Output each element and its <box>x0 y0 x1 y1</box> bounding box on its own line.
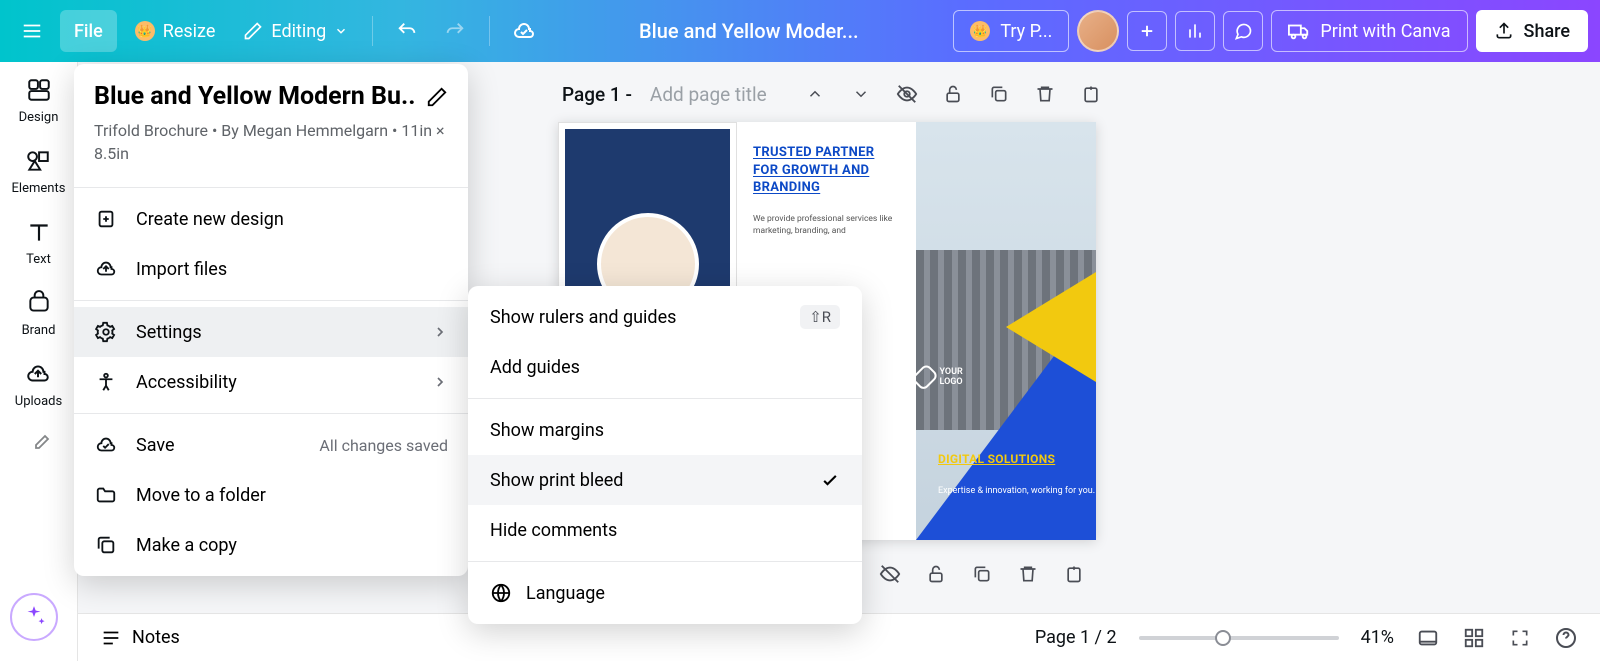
print-with-canva-button[interactable]: Print with Canva <box>1271 10 1467 52</box>
zoom-value: 41% <box>1361 627 1394 648</box>
panel3-heading: DIGITAL SOLUTIONS <box>938 452 1055 466</box>
move-to-folder[interactable]: Move to a folder <box>74 470 468 520</box>
analytics-button[interactable] <box>1175 11 1215 51</box>
language-item[interactable]: Language <box>468 568 862 618</box>
visibility-icon[interactable] <box>878 562 902 586</box>
save-item[interactable]: Save All changes saved <box>74 420 468 470</box>
create-new-design[interactable]: Create new design <box>74 194 468 244</box>
rail-brand[interactable]: Brand <box>22 289 56 338</box>
page-header: Page 1 - Add page title <box>562 82 1103 106</box>
hide-comments[interactable]: Hide comments <box>468 505 862 555</box>
trash-icon[interactable] <box>1033 82 1057 106</box>
chevron-down-icon <box>334 24 348 38</box>
plus-page-icon <box>94 207 118 231</box>
add-user-button[interactable] <box>1127 11 1167 51</box>
cloud-upload-icon <box>94 257 118 281</box>
left-rail: Design Elements Text Brand Uploads <box>0 62 78 661</box>
pencil-icon[interactable] <box>426 86 448 108</box>
visibility-icon[interactable] <box>895 82 919 106</box>
crown-icon: 👑 <box>970 21 990 41</box>
page-title-input[interactable]: Add page title <box>650 83 767 106</box>
show-print-bleed[interactable]: Show print bleed <box>468 455 862 505</box>
comment-button[interactable] <box>1223 11 1263 51</box>
page-up-icon[interactable] <box>803 82 827 106</box>
file-button[interactable]: File <box>60 10 117 52</box>
show-margins[interactable]: Show margins <box>468 405 862 455</box>
brochure-panel-3: YOUR LOGO DIGITAL SOLUTIONS Expertise & … <box>916 122 1096 540</box>
chevron-right-icon <box>432 374 448 390</box>
page-view-icon[interactable] <box>1416 626 1440 650</box>
file-menu: Blue and Yellow Modern Bu.. Trifold Broc… <box>74 64 468 576</box>
import-files[interactable]: Import files <box>74 244 468 294</box>
accessibility-icon <box>94 370 118 394</box>
truck-icon <box>1288 20 1310 42</box>
resize-button[interactable]: 👑 Resize <box>125 11 226 51</box>
document-title[interactable]: Blue and Yellow Moder... <box>552 19 945 43</box>
lock-icon[interactable] <box>924 562 948 586</box>
rail-design[interactable]: Design <box>19 76 59 125</box>
pencil-icon <box>243 21 263 41</box>
shortcut-badge: ⇧R <box>800 305 840 329</box>
help-icon[interactable] <box>1554 626 1578 650</box>
grid-view-icon[interactable] <box>1462 626 1486 650</box>
globe-icon <box>490 582 512 604</box>
hamburger-icon[interactable] <box>12 11 52 51</box>
settings-submenu: Show rulers and guides ⇧R Add guides Sho… <box>468 286 862 624</box>
redo-button[interactable] <box>435 11 475 51</box>
file-menu-subtitle: Trifold Brochure • By Megan Hemmelgarn •… <box>94 119 448 165</box>
editing-dropdown[interactable]: Editing <box>233 11 358 51</box>
rail-text[interactable]: Text <box>25 218 53 267</box>
rail-elements[interactable]: Elements <box>12 147 66 196</box>
magic-button[interactable] <box>10 593 58 641</box>
top-bar: File 👑 Resize Editing Blue and Yellow Mo… <box>0 0 1600 62</box>
page-down-icon[interactable] <box>849 82 873 106</box>
panel2-text: We provide professional services like ma… <box>753 213 900 238</box>
chevron-right-icon <box>432 324 448 340</box>
add-page-icon[interactable] <box>1062 562 1086 586</box>
page-indicator: Page 1 / 2 <box>1035 627 1117 648</box>
check-icon <box>820 470 840 490</box>
copy-icon <box>94 533 118 557</box>
show-rulers[interactable]: Show rulers and guides ⇧R <box>468 292 862 342</box>
avatar[interactable] <box>1077 10 1119 52</box>
cloud-check-icon <box>94 433 118 457</box>
notes-button[interactable]: Notes <box>100 627 180 649</box>
notes-icon <box>100 627 122 649</box>
panel3-sub: Expertise & innovation, working for you. <box>938 485 1095 498</box>
panel2-heading: TRUSTED PARTNER FOR GROWTH AND BRANDING <box>753 144 900 197</box>
undo-button[interactable] <box>387 11 427 51</box>
page-label: Page 1 - <box>562 83 632 106</box>
trash-icon[interactable] <box>1016 562 1040 586</box>
cloud-sync-icon[interactable] <box>504 11 544 51</box>
save-status: All changes saved <box>319 436 448 455</box>
make-a-copy[interactable]: Make a copy <box>74 520 468 570</box>
settings-item[interactable]: Settings <box>74 307 468 357</box>
gear-icon <box>94 320 118 344</box>
panel3-logo: YOUR LOGO <box>916 366 976 388</box>
folder-icon <box>94 483 118 507</box>
upload-icon <box>1494 21 1514 41</box>
file-menu-title[interactable]: Blue and Yellow Modern Bu.. <box>94 82 416 111</box>
duplicate-icon[interactable] <box>970 562 994 586</box>
crown-icon: 👑 <box>135 21 155 41</box>
accessibility-item[interactable]: Accessibility <box>74 357 468 407</box>
share-button[interactable]: Share <box>1476 10 1588 52</box>
add-guides[interactable]: Add guides <box>468 342 862 392</box>
fullscreen-icon[interactable] <box>1508 626 1532 650</box>
try-pro-button[interactable]: 👑 Try P... <box>953 10 1069 52</box>
add-page-icon[interactable] <box>1079 82 1103 106</box>
duplicate-icon[interactable] <box>987 82 1011 106</box>
lock-icon[interactable] <box>941 82 965 106</box>
rail-uploads[interactable]: Uploads <box>15 360 62 409</box>
rail-color-picker[interactable] <box>25 431 53 459</box>
zoom-slider[interactable] <box>1139 636 1339 640</box>
